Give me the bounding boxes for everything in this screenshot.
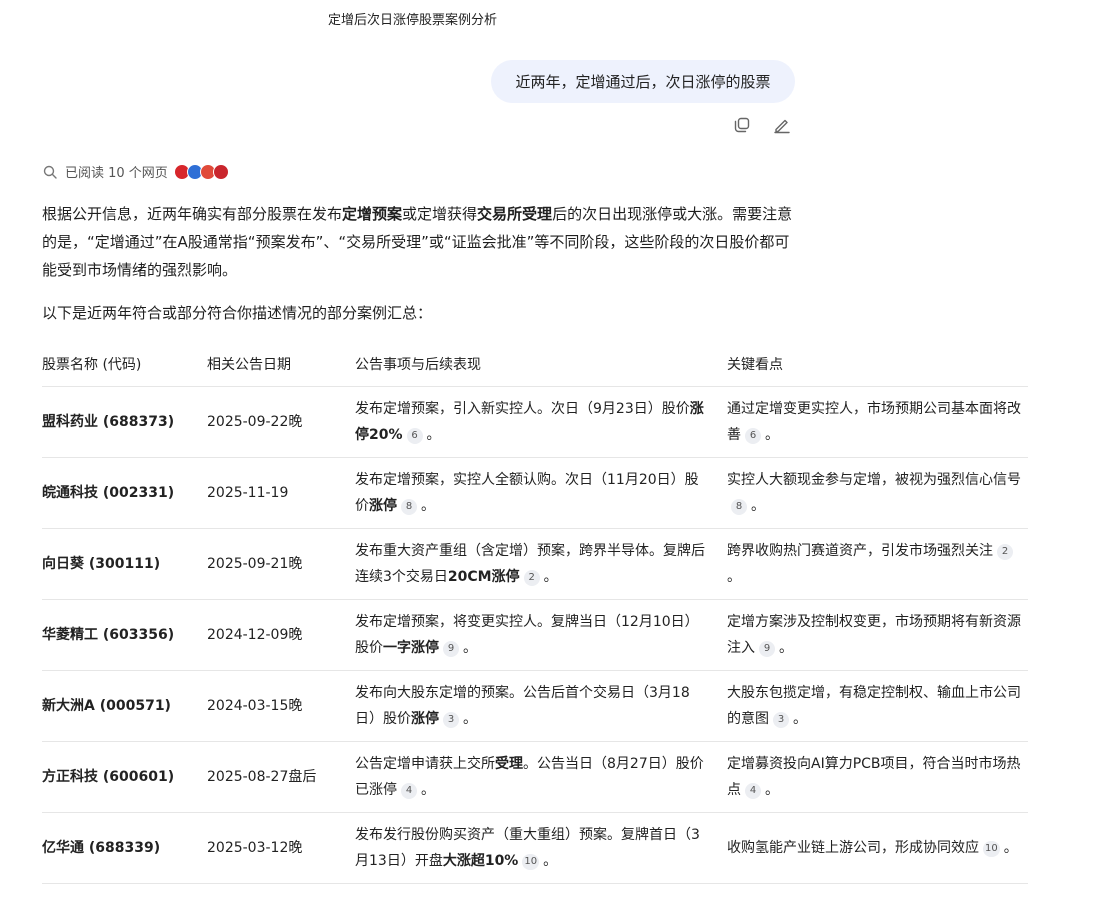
citation-badge[interactable]: 2 [523, 570, 540, 586]
announcement-date: 2025-09-21晚 [207, 528, 355, 600]
event-highlight: 20CM涨停 [447, 569, 520, 585]
citation-badge[interactable]: 6 [406, 428, 423, 444]
citation-badge[interactable]: 10 [522, 854, 540, 870]
announcement-date: 2025-09-22晚 [207, 386, 355, 458]
announcement-date: 2025-08-27盘后 [207, 741, 355, 813]
event-cell: 发布向大股东定增的预案。公告后首个交易日（3月18日）股价涨停 3。 [355, 670, 727, 742]
point-cell: 定增方案涉及控制权变更，市场预期将有新资源注入 9。 [727, 599, 1028, 671]
point-cell: 实控人大额现金参与定增，被视为强烈信心信号8。 [727, 457, 1028, 529]
answer-text: 根据公开信息，近两年确实有部分股票在发布 [42, 205, 343, 223]
answer-paragraph-intro: 根据公开信息，近两年确实有部分股票在发布定增预案或定增获得交易所受理后的次日出现… [42, 200, 802, 284]
citation-badge[interactable]: 6 [745, 428, 761, 444]
table-row: 盟科药业 (688373) 2025-09-22晚 发布定增预案，引入新实控人。次日… [42, 386, 1028, 458]
citation-badge[interactable]: 9 [443, 641, 459, 657]
point-cell: 跨界收购热门赛道资产，引发市场强烈关注 2。 [727, 528, 1028, 600]
header-stock: 股票名称 (代码) [42, 342, 207, 387]
table-row: 方正科技 (600601) 2025-08-27盘后 公告定增申请获上交所受理。公告… [42, 741, 1028, 813]
answer-paragraph-summary: 以下是近两年符合或部分符合你描述情况的部分案例汇总： [42, 304, 433, 322]
user-message-text: 近两年，定增通过后，次日涨停的股票 [515, 73, 771, 91]
point-text: 实控人大额现金参与定增，被视为强烈信心信号 [727, 472, 1021, 488]
search-icon [43, 165, 57, 179]
announcement-date: 2025-11-19 [207, 457, 355, 529]
citation-badge[interactable]: 8 [401, 499, 417, 515]
header-point: 关键看点 [727, 342, 1028, 387]
event-highlight: 涨停 [369, 498, 397, 514]
point-text: 跨界收购热门赛道资产，引发市场强烈关注 [727, 543, 993, 559]
event-cell: 发布定增预案，引入新实控人。次日（9月23日）股价涨停20% 6。 [355, 386, 727, 458]
event-cell: 发布发行股份购买资产（重大重组）预案。复牌首日（3月13日）开盘大涨超10% 10… [355, 812, 727, 884]
sources-summary[interactable]: 已阅读 10 个网页 [42, 162, 229, 181]
event-cell: 公告定增申请获上交所受理。公告当日（8月27日）股价已涨停 4。 [355, 741, 727, 813]
event-highlight: 受理 [495, 756, 523, 772]
event-highlight: 涨停 [411, 711, 439, 727]
stock-name: 华菱精工 (603356) [42, 599, 207, 671]
point-cell: 通过定增变更实控人，市场预期公司基本面将改善 6。 [727, 386, 1028, 458]
citation-badge[interactable]: 3 [773, 712, 789, 728]
citation-badge[interactable]: 4 [401, 783, 417, 799]
citation-badge[interactable]: 9 [759, 641, 775, 657]
announcement-date: 2024-03-15晚 [207, 670, 355, 742]
stock-name: 亿华通 (688339) [42, 812, 207, 884]
point-text: 通过定增变更实控人，市场预期公司基本面将改善 [727, 401, 1021, 443]
table-row: 新大洲A (000571) 2024-03-15晚 发布向大股东定增的预案。公告后首… [42, 670, 1028, 742]
cases-table: 股票名称 (代码) 相关公告日期 公告事项与后续表现 关键看点 盟科药业 (68… [42, 342, 1028, 884]
edit-icon[interactable] [772, 115, 792, 135]
citation-badge[interactable]: 3 [443, 712, 459, 728]
announcement-date: 2025-03-12晚 [207, 812, 355, 884]
point-cell: 收购氢能产业链上游公司，形成协同效应 10。 [727, 812, 1028, 884]
user-message-bubble: 近两年，定增通过后，次日涨停的股票 [491, 60, 795, 103]
stock-name: 盟科药业 (688373) [42, 386, 207, 458]
source-favicon [212, 163, 229, 180]
answer-text: 或定增获得 [402, 205, 478, 223]
citation-badge[interactable]: 2 [997, 544, 1013, 560]
stock-name: 新大洲A (000571) [42, 670, 207, 742]
point-text: 大股东包揽定增，有稳定控制权、输血上市公司的意图 [727, 685, 1021, 727]
event-cell: 发布重大资产重组（含定增）预案，跨界半导体。复牌后连续3个交易日20CM涨停 2。 [355, 528, 727, 600]
table-row: 华菱精工 (603356) 2024-12-09晚 发布定增预案，将变更实控人。复牌… [42, 599, 1028, 671]
header-date: 相关公告日期 [207, 342, 355, 387]
point-text: 定增募资投向AI算力PCB项目，符合当时市场热点 [727, 756, 1021, 798]
stock-name: 向日葵 (300111) [42, 528, 207, 600]
event-highlight: 大涨超10% [442, 853, 519, 869]
table-row: 亿华通 (688339) 2025-03-12晚 发布发行股份购买资产（重大重组）预… [42, 812, 1028, 884]
event-text: 发布向大股东定增的预案。公告后首个交易日（3月18日）股价 [355, 685, 690, 727]
citation-badge[interactable]: 10 [983, 841, 1000, 857]
event-cell: 发布定增预案，实控人全额认购。次日（11月20日）股价涨停 8。 [355, 457, 727, 529]
citation-badge[interactable]: 4 [745, 783, 761, 799]
event-highlight: 一字涨停 [383, 640, 439, 656]
event-cell: 发布定增预案，将变更实控人。复牌当日（12月10日）股价一字涨停 9。 [355, 599, 727, 671]
point-text: 收购氢能产业链上游公司，形成协同效应 [727, 840, 979, 856]
source-favicons [173, 163, 229, 180]
point-cell: 定增募资投向AI算力PCB项目，符合当时市场热点 4。 [727, 741, 1028, 813]
event-text: 发布定增预案，引入新实控人。次日（9月23日）股价 [355, 401, 690, 417]
copy-icon[interactable] [732, 115, 752, 135]
answer-bold: 定增预案 [342, 205, 403, 223]
answer-bold: 交易所受理 [477, 205, 553, 223]
table-row: 皖通科技 (002331) 2025-11-19 发布定增预案，实控人全额认购。次日… [42, 457, 1028, 529]
table-row: 向日葵 (300111) 2025-09-21晚 发布重大资产重组（含定增）预案，跨… [42, 528, 1028, 600]
stock-name: 方正科技 (600601) [42, 741, 207, 813]
point-cell: 大股东包揽定增，有稳定控制权、输血上市公司的意图 3。 [727, 670, 1028, 742]
message-actions [732, 115, 792, 135]
conversation-title: 定增后次日涨停股票案例分析 [328, 13, 498, 28]
stock-name: 皖通科技 (002331) [42, 457, 207, 529]
table-header-row: 股票名称 (代码) 相关公告日期 公告事项与后续表现 关键看点 [42, 342, 1028, 387]
sources-text: 已阅读 10 个网页 [65, 166, 168, 181]
event-text: 公告定增申请获上交所 [355, 756, 495, 772]
citation-badge[interactable]: 8 [731, 499, 747, 515]
announcement-date: 2024-12-09晚 [207, 599, 355, 671]
header-event: 公告事项与后续表现 [355, 342, 727, 387]
